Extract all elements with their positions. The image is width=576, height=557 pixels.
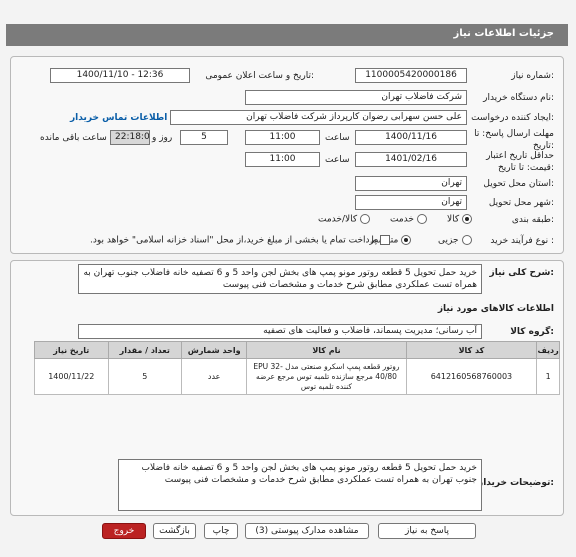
category-both-radio[interactable] [360, 214, 371, 224]
buyer-org-label: نام دستگاه خریدار: [483, 93, 554, 103]
remaining-time-field: 22:18:02 [110, 130, 150, 145]
goods-section-title: اطلاعات کالاهای مورد نیاز [437, 304, 554, 314]
back-button[interactable]: بازگشت [153, 523, 196, 539]
creator-label: ایجاد کننده درخواست: [471, 113, 554, 123]
contact-buyer-link[interactable]: اطلاعات تماس خریدار [70, 113, 167, 123]
col-qty: تعداد / مقدار [107, 341, 182, 359]
notes-label: توضیحات خریدار: [478, 478, 554, 488]
city-label: شهر محل تحویل: [488, 198, 554, 208]
table-row: 1400/11/22 5 عدد روتور قطعه پمپ اسکرو صن… [34, 358, 560, 395]
validity-date-field: 1401/02/16 [355, 152, 467, 167]
cell-unit: عدد [180, 358, 248, 395]
goods-group-label: گروه کالا: [510, 327, 554, 337]
creator-field: علی حسن سهرابی رضوان کارپرداز شرکت فاضلا… [170, 110, 467, 125]
buyer-org-field: شرکت فاضلاب تهران [245, 90, 467, 105]
col-code: کد کالا [405, 341, 538, 359]
process-label: نوع فرآیند خرید : [490, 236, 554, 246]
deadline-time-label: ساعت [325, 133, 350, 143]
summary-text: خرید حمل تحویل 5 قطعه روتور مونو پمپ های… [78, 264, 482, 294]
remaining-label: ساعت باقی مانده [40, 133, 107, 143]
province-field: تهران [355, 176, 467, 191]
goods-table-header: تاریخ نیاز تعداد / مقدار واحد شمارش نام … [34, 341, 560, 359]
validity-label: حداقل تاریخ اعتبار قیمت: تا تاریخ: [486, 151, 554, 173]
need-number-field: 1100005420000186 [355, 68, 467, 83]
col-unit: واحد شمارش [180, 341, 248, 359]
days-field: 5 [180, 130, 228, 145]
need-number-label: شماره نیاز: [511, 71, 554, 81]
deadline-label: مهلت ارسال پاسخ: تا تاریخ: [474, 129, 554, 151]
deadline-time-field: 11:00 [245, 130, 320, 145]
cell-row: 1 [536, 358, 560, 395]
category-label: طبقه بندی: [511, 215, 554, 225]
page-title: جزئیات اطلاعات نیاز [453, 28, 554, 39]
goods-table: تاریخ نیاز تعداد / مقدار واحد شمارش نام … [34, 341, 560, 395]
announce-label: تاریخ و ساعت اعلان عمومی: [205, 71, 314, 81]
province-label: استان محل تحویل: [483, 179, 554, 189]
category-option-both[interactable]: کالا/خدمت [318, 214, 371, 225]
payment-checkbox[interactable] [380, 235, 391, 245]
col-row: ردیف [536, 341, 560, 359]
category-goods-radio[interactable] [462, 214, 473, 224]
category-service-radio[interactable] [416, 214, 427, 224]
process-option-minor[interactable]: جزیی [438, 235, 472, 246]
print-button[interactable]: چاپ [204, 523, 238, 539]
cell-qty: 5 [107, 358, 182, 395]
category-option-goods[interactable]: کالا [447, 214, 473, 225]
deadline-date-field: 1400/11/16 [355, 130, 467, 145]
category-option-service[interactable]: خدمت [390, 214, 427, 225]
col-name: نام کالا [246, 341, 407, 359]
reply-button[interactable]: پاسخ به نیاز [378, 523, 476, 539]
announce-field: 1400/11/10 - 12:36 [50, 68, 190, 83]
city-field: تهران [355, 195, 467, 210]
goods-group-field: آب رسانی؛ مدیریت پسماند، فاضلاب و فعالیت… [78, 324, 482, 339]
validity-time-label: ساعت [325, 155, 350, 165]
payment-option[interactable]: پرداخت تمام یا بخشی از مبلغ خرید،از محل … [90, 235, 391, 246]
summary-label: شرح کلی نیاز: [489, 268, 554, 278]
page-header: جزئیات اطلاعات نیاز [6, 24, 568, 46]
cell-name: روتور قطعه پمپ اسکرو صنعتی مدل EPU 32-40… [246, 358, 407, 395]
exit-button[interactable]: خروج [102, 523, 146, 539]
view-documents-button[interactable]: مشاهده مدارک پیوستی (3) [245, 523, 369, 539]
notes-text: خرید حمل تحویل 5 قطعه روتور مونو پمپ های… [118, 459, 482, 511]
cell-date: 1400/11/22 [34, 358, 109, 395]
col-date: تاریخ نیاز [34, 341, 109, 359]
process-minor-radio[interactable] [461, 235, 472, 245]
cell-code: 6412160568760003 [405, 358, 538, 395]
process-medium-radio[interactable] [401, 235, 412, 245]
validity-time-field: 11:00 [245, 152, 320, 167]
days-label: روز و [152, 133, 173, 143]
